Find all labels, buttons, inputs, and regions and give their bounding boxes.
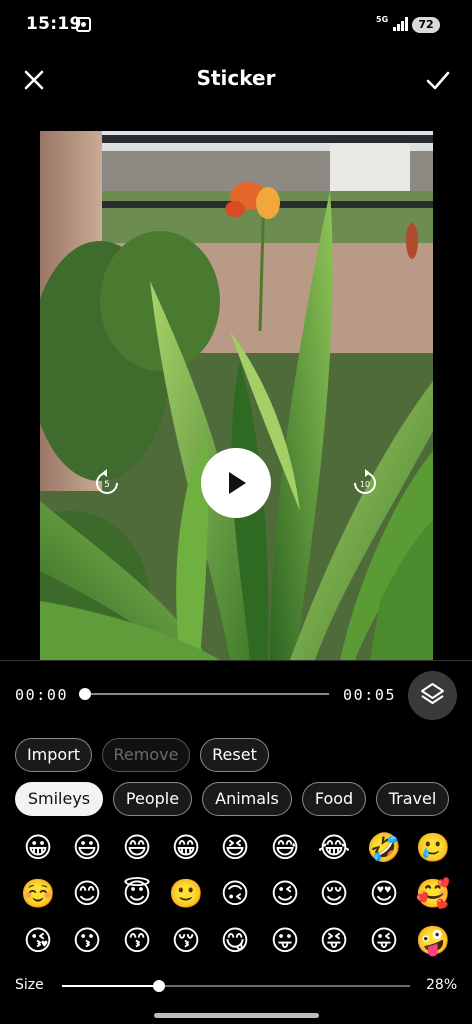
emoji-item[interactable]: 😗 <box>65 919 109 963</box>
layers-icon <box>421 683 444 704</box>
emoji-item[interactable]: 😁 <box>164 826 208 870</box>
duration-time: 00:05 <box>343 686 397 704</box>
home-indicator <box>154 1013 319 1018</box>
emoji-item[interactable]: 🤪 <box>411 919 455 963</box>
video-preview[interactable]: 5 10 <box>40 131 433 660</box>
category-people[interactable]: People <box>113 782 192 816</box>
emoji-item[interactable]: 🥰 <box>411 872 455 916</box>
category-food[interactable]: Food <box>302 782 366 816</box>
emoji-item[interactable]: 🙃 <box>213 872 257 916</box>
timeline-thumb[interactable] <box>79 688 91 700</box>
emoji-item[interactable]: 😀 <box>16 826 60 870</box>
size-slider-fill <box>62 985 159 987</box>
emoji-item[interactable]: 😘 <box>16 919 60 963</box>
emoji-item[interactable]: 😜 <box>362 919 406 963</box>
status-time: 15:19 <box>26 14 82 34</box>
rewind-icon: 5 <box>96 469 118 494</box>
emoji-item[interactable]: 😅 <box>263 826 307 870</box>
confirm-button[interactable] <box>424 66 452 94</box>
emoji-item[interactable]: 😄 <box>115 826 159 870</box>
emoji-item[interactable]: 🙂 <box>164 872 208 916</box>
current-time: 00:00 <box>15 686 69 704</box>
video-frame-image <box>40 131 433 660</box>
rewind-seconds: 5 <box>104 480 110 490</box>
emoji-item[interactable]: 😆 <box>213 826 257 870</box>
emoji-item[interactable]: 😍 <box>362 872 406 916</box>
emoji-item[interactable]: 🤣 <box>362 826 406 870</box>
play-button[interactable] <box>201 448 271 518</box>
emoji-item[interactable]: 😉 <box>263 872 307 916</box>
timeline-track[interactable] <box>84 693 329 695</box>
emoji-item[interactable]: 😊 <box>65 872 109 916</box>
category-travel[interactable]: Travel <box>376 782 449 816</box>
emoji-item[interactable]: 😋 <box>213 919 257 963</box>
page-title: Sticker <box>196 66 276 90</box>
layers-button[interactable] <box>408 671 457 720</box>
remove-button[interactable]: Remove <box>102 738 190 772</box>
check-icon <box>426 71 450 90</box>
screen-record-icon <box>76 17 91 32</box>
network-type-label: 5G <box>376 15 389 24</box>
forward-icon: 10 <box>354 469 376 494</box>
size-slider-thumb[interactable] <box>153 980 165 992</box>
emoji-item[interactable]: 😂 <box>312 826 356 870</box>
size-value: 28% <box>426 977 458 993</box>
emoji-item[interactable]: 🥲 <box>411 826 455 870</box>
divider <box>0 660 472 661</box>
signal-icon <box>393 17 409 31</box>
emoji-item[interactable]: 😚 <box>164 919 208 963</box>
import-button[interactable]: Import <box>15 738 92 772</box>
forward-button[interactable]: 10 <box>351 468 379 496</box>
forward-seconds: 10 <box>360 480 370 489</box>
emoji-item[interactable]: 😌 <box>312 872 356 916</box>
category-smileys[interactable]: Smileys <box>15 782 103 816</box>
rewind-button[interactable]: 5 <box>93 468 121 496</box>
emoji-item[interactable]: 😛 <box>263 919 307 963</box>
battery-indicator: 72 <box>412 17 440 33</box>
status-bar: 15:19 5G 72 <box>0 0 472 52</box>
emoji-item[interactable]: 😝 <box>312 919 356 963</box>
reset-button[interactable]: Reset <box>200 738 269 772</box>
emoji-item[interactable]: 😙 <box>115 919 159 963</box>
emoji-item[interactable]: ☺️ <box>16 872 60 916</box>
size-label: Size <box>15 977 44 993</box>
category-animals[interactable]: Animals <box>202 782 292 816</box>
emoji-item[interactable]: 😇 <box>115 872 159 916</box>
emoji-item[interactable]: 😃 <box>65 826 109 870</box>
